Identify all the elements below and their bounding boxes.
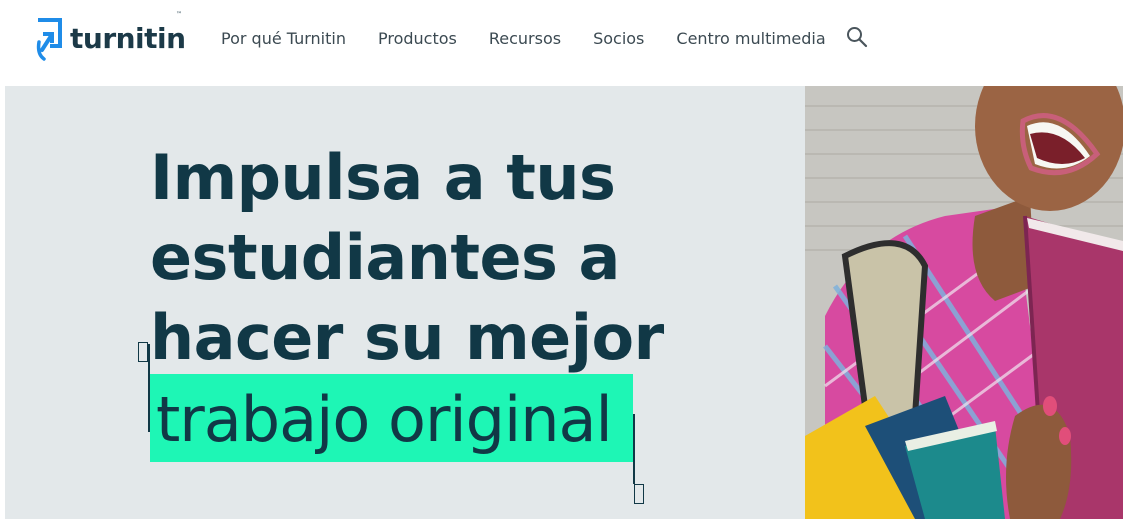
headline-line: estudiantes a [150,221,620,294]
hero-student-photo [805,86,1123,519]
search-icon[interactable] [846,26,868,48]
headline-line: hacer su mejor [150,301,664,374]
logo-wordmark: turnitin [70,21,186,55]
text-cursor-handle-right [634,484,644,504]
nav-item-socios[interactable]: Socios [593,29,644,48]
nav-item-por-que-turnitin[interactable]: Por qué Turnitin [221,29,346,48]
site-header: turnitin ™ Por qué Turnitin Productos Re… [0,0,1123,86]
text-cursor-handle-left [138,342,148,362]
text-cursor-bar-right [633,414,635,484]
turnitin-logo[interactable]: turnitin [36,16,186,62]
nav-item-recursos[interactable]: Recursos [489,29,561,48]
trademark-symbol: ™ [176,11,182,18]
nav-item-productos[interactable]: Productos [378,29,457,48]
headline-line: Impulsa a tus [150,141,616,214]
nav-item-centro-multimedia[interactable]: Centro multimedia [676,29,825,48]
main-nav: Por qué Turnitin Productos Recursos Soci… [221,26,826,50]
turnitin-logo-icon [36,16,64,62]
headline-highlight-text: trabajo original [156,383,613,456]
hero-headline: Impulsa a tus estudiantes a hacer su mej… [150,138,664,378]
text-cursor-bar-left [148,344,150,432]
